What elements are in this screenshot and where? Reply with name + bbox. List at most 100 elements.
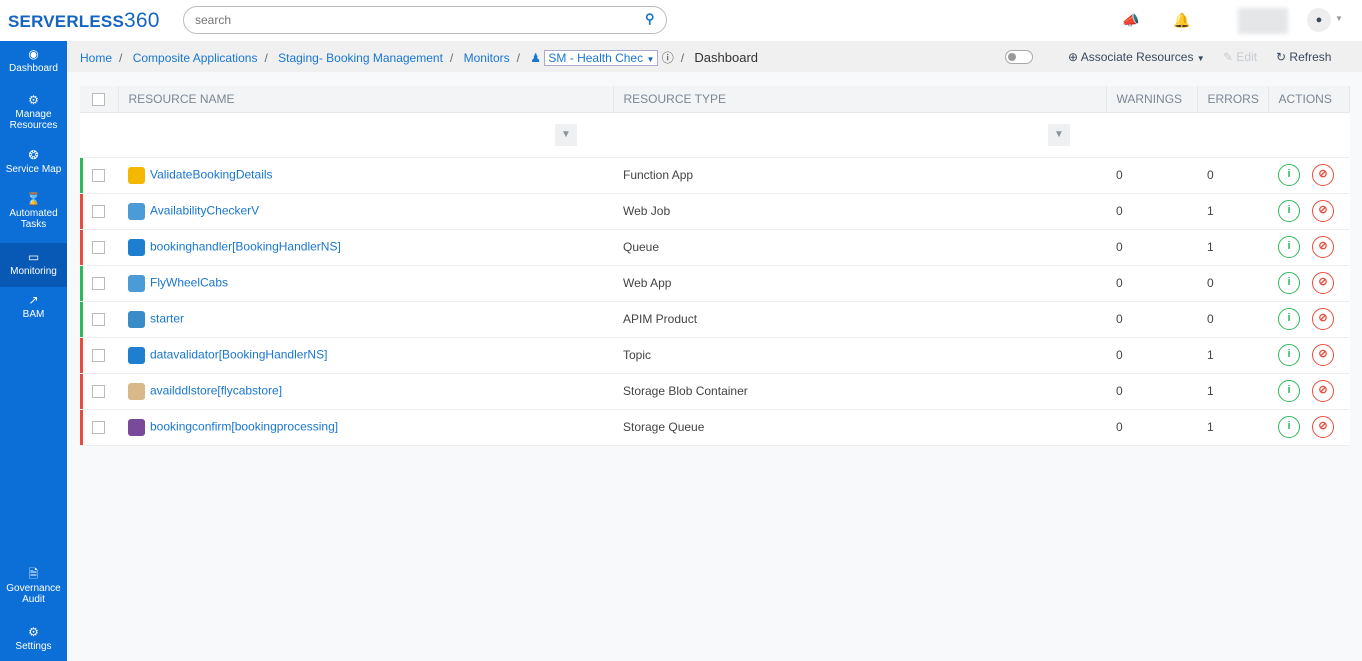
table-row: bookinghandler[BookingHandlerNS] Queue 0… [80, 229, 1350, 266]
chevron-down-icon[interactable]: ▼ [1335, 14, 1343, 23]
disable-icon[interactable]: ⊘ [1312, 200, 1334, 222]
refresh-button[interactable]: ↻ Refresh [1276, 50, 1331, 64]
user-name-blurred [1238, 8, 1288, 34]
resource-type: Storage Queue [613, 409, 1106, 446]
info-icon[interactable]: ⓘ [662, 51, 674, 65]
col-warnings[interactable]: WARNINGS [1106, 86, 1198, 113]
errors-count: 0 [1197, 301, 1268, 338]
resource-type-icon [128, 238, 145, 256]
col-resource-name[interactable]: RESOURCE NAME [118, 86, 614, 113]
errors-count: 1 [1197, 229, 1268, 266]
laptop-icon: ▭ [27, 250, 40, 264]
resource-type: APIM Product [613, 301, 1106, 338]
associate-resources-button[interactable]: ⊕ Associate Resources ▼ [1068, 50, 1205, 64]
sidebar-item-settings[interactable]: ⚙ Settings [0, 625, 67, 652]
resource-name-link[interactable]: ValidateBookingDetails [150, 167, 273, 181]
row-checkbox[interactable] [92, 169, 105, 183]
disable-icon[interactable]: ⊘ [1312, 164, 1334, 186]
warnings-count: 0 [1106, 301, 1197, 338]
info-icon[interactable]: i [1278, 308, 1300, 330]
monitor-select[interactable]: SM - Health Chec ▼ [544, 50, 659, 66]
disable-icon[interactable]: ⊘ [1312, 308, 1334, 330]
monitor-icon: ♟ [530, 51, 542, 65]
row-checkbox[interactable] [92, 241, 105, 255]
breadcrumb-monitors[interactable]: Monitors [464, 51, 510, 65]
gear-icon: ⚙ [28, 625, 39, 639]
errors-count: 1 [1197, 193, 1268, 230]
megaphone-icon[interactable]: 📣 [1122, 12, 1139, 29]
sidebar-item-service-map[interactable]: ❂ Service Map [0, 148, 67, 175]
filter-type-icon[interactable]: ▼ [1048, 123, 1070, 146]
table-row: starter APIM Product 0 0 i ⊘ [80, 301, 1350, 338]
logo[interactable]: SERVERLESS360 [8, 9, 160, 33]
info-icon[interactable]: i [1278, 380, 1300, 402]
row-checkbox[interactable] [92, 349, 105, 363]
warnings-count: 0 [1106, 193, 1197, 230]
errors-count: 0 [1197, 265, 1268, 302]
resource-name-link[interactable]: bookingconfirm[bookingprocessing] [150, 419, 338, 433]
resources-table: RESOURCE NAME RESOURCE TYPE WARNINGS ERR… [80, 86, 1350, 446]
resource-type: Queue [613, 229, 1106, 266]
warnings-count: 0 [1106, 409, 1197, 446]
disable-icon[interactable]: ⊘ [1312, 416, 1334, 438]
row-checkbox[interactable] [92, 277, 105, 291]
disable-icon[interactable]: ⊘ [1312, 236, 1334, 258]
sidebar: ◉ Dashboard ⚙ Manage Resources ❂ Service Ma… [0, 41, 67, 661]
filter-name-icon[interactable]: ▼ [555, 123, 577, 146]
resource-type-icon [128, 310, 145, 328]
resource-name-link[interactable]: bookinghandler[BookingHandlerNS] [150, 239, 341, 253]
disable-icon[interactable]: ⊘ [1312, 380, 1334, 402]
resource-name-link[interactable]: datavalidator[BookingHandlerNS] [150, 347, 327, 361]
table-row: availddlstore[flycabstore] Storage Blob … [80, 373, 1350, 410]
row-checkbox[interactable] [92, 421, 105, 435]
sidebar-item-automated-tasks[interactable]: ⌛ Automated Tasks [0, 193, 67, 230]
info-icon[interactable]: i [1278, 200, 1300, 222]
edit-icon: ✎ [1223, 50, 1234, 64]
sidebar-item-dashboard[interactable]: ◉ Dashboard [0, 48, 67, 74]
resource-type: Web Job [613, 193, 1106, 230]
toggle-switch[interactable] [1005, 50, 1033, 64]
resource-type-icon [128, 418, 145, 436]
info-icon[interactable]: i [1278, 272, 1300, 294]
info-icon[interactable]: i [1278, 344, 1300, 366]
info-icon[interactable]: i [1278, 416, 1300, 438]
info-icon[interactable]: i [1278, 236, 1300, 258]
select-all-checkbox[interactable] [92, 92, 105, 106]
resource-name-link[interactable]: AvailabilityCheckerV [150, 203, 259, 217]
warnings-count: 0 [1106, 229, 1197, 266]
row-checkbox[interactable] [92, 385, 105, 399]
resource-type: Function App [613, 157, 1106, 194]
disable-icon[interactable]: ⊘ [1312, 272, 1334, 294]
sidebar-item-manage-resources[interactable]: ⚙ Manage Resources [0, 94, 67, 131]
search-input[interactable] [183, 6, 667, 34]
breadcrumb-home[interactable]: Home [80, 51, 112, 65]
col-resource-type[interactable]: RESOURCE TYPE [613, 86, 1107, 113]
network-icon: ❂ [28, 148, 39, 162]
sidebar-item-monitoring[interactable]: ▭ Monitoring [0, 243, 67, 287]
avatar[interactable]: ● [1307, 8, 1331, 32]
breadcrumb-staging[interactable]: Staging- Booking Management [278, 51, 443, 65]
table-row: datavalidator[BookingHandlerNS] Topic 0 … [80, 337, 1350, 374]
row-checkbox[interactable] [92, 313, 105, 327]
errors-count: 1 [1197, 337, 1268, 374]
info-icon[interactable]: i [1278, 164, 1300, 186]
resource-name-link[interactable]: starter [150, 311, 184, 325]
resource-type-icon [128, 274, 145, 292]
sidebar-item-governance-audit[interactable]: 🗎 Governance Audit [0, 568, 67, 605]
resource-name-link[interactable]: FlyWheelCabs [150, 275, 228, 289]
col-errors[interactable]: ERRORS [1197, 86, 1269, 113]
breadcrumb-composite-applications[interactable]: Composite Applications [133, 51, 258, 65]
bell-icon[interactable]: 🔔 [1173, 12, 1190, 29]
errors-count: 1 [1197, 373, 1268, 410]
chart-icon: ↗ [28, 293, 39, 307]
warnings-count: 0 [1106, 157, 1197, 194]
plus-circle-icon: ⊕ [1068, 50, 1079, 64]
sidebar-item-bam[interactable]: ↗ BAM [0, 293, 67, 320]
errors-count: 1 [1197, 409, 1268, 446]
row-checkbox[interactable] [92, 205, 105, 219]
edit-button[interactable]: ✎ Edit [1223, 50, 1257, 64]
search-icon[interactable]: ⚲ [645, 11, 655, 27]
resource-name-link[interactable]: availddlstore[flycabstore] [150, 383, 282, 397]
resource-type-icon [128, 166, 145, 184]
disable-icon[interactable]: ⊘ [1312, 344, 1334, 366]
